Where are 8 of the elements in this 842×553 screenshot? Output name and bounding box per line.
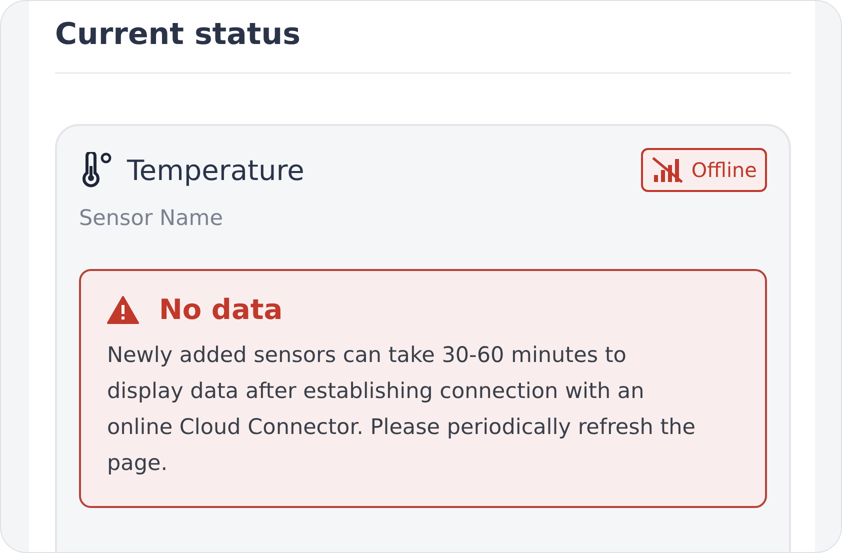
sensor-name: Sensor Name — [79, 206, 224, 231]
sensor-type: Temperature — [127, 154, 304, 186]
section-title: Current status — [55, 1, 791, 74]
alert-title: No data — [159, 293, 283, 326]
no-signal-icon — [651, 156, 686, 184]
warning-icon — [107, 296, 139, 324]
alert-message: Newly added sensors can take 30-60 minutes to display data after establishing connection with an online Cloud Connector. Please periodically refresh the page. — [107, 342, 697, 478]
offline-badge: Offline — [641, 148, 767, 192]
